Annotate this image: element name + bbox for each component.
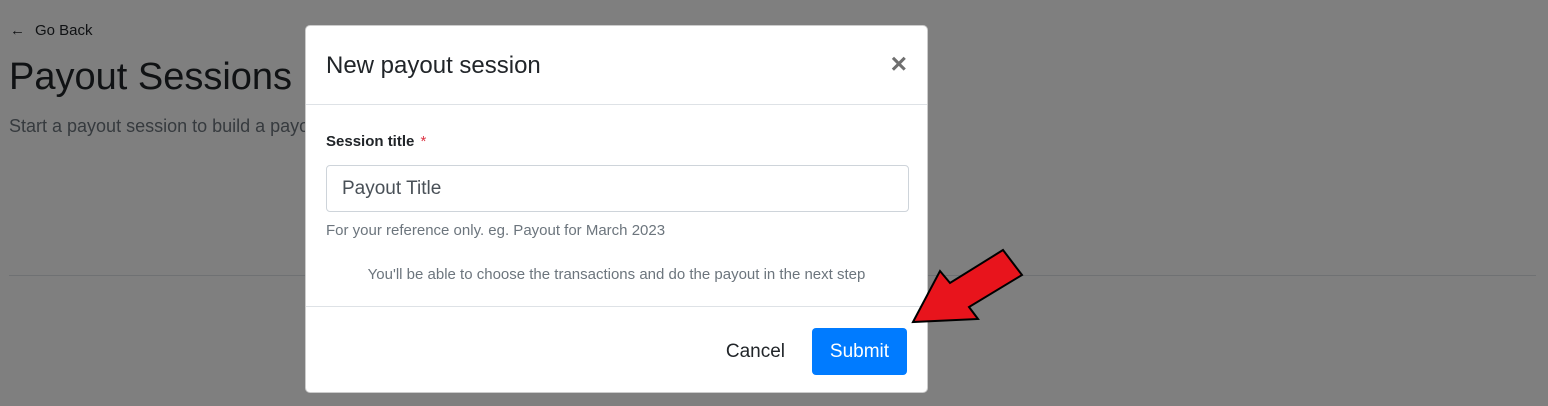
red-arrow-shape bbox=[911, 248, 1024, 324]
new-payout-session-modal: New payout session × Session title * For… bbox=[305, 25, 928, 393]
session-title-label: Session title * bbox=[326, 133, 426, 150]
close-icon[interactable]: × bbox=[891, 50, 907, 78]
help-text: For your reference only. eg. Payout for … bbox=[326, 222, 666, 239]
modal-title: New payout session bbox=[326, 52, 541, 79]
cancel-button[interactable]: Cancel bbox=[724, 329, 787, 375]
modal-footer: Cancel Submit bbox=[306, 306, 927, 394]
submit-button[interactable]: Submit bbox=[812, 328, 907, 375]
modal-header: New payout session × bbox=[306, 26, 927, 105]
session-title-input[interactable] bbox=[326, 165, 909, 212]
required-marker: * bbox=[420, 133, 427, 150]
session-title-label-text: Session title bbox=[326, 133, 415, 150]
info-text: You'll be able to choose the transaction… bbox=[367, 266, 866, 283]
red-arrow-icon bbox=[911, 248, 1024, 324]
